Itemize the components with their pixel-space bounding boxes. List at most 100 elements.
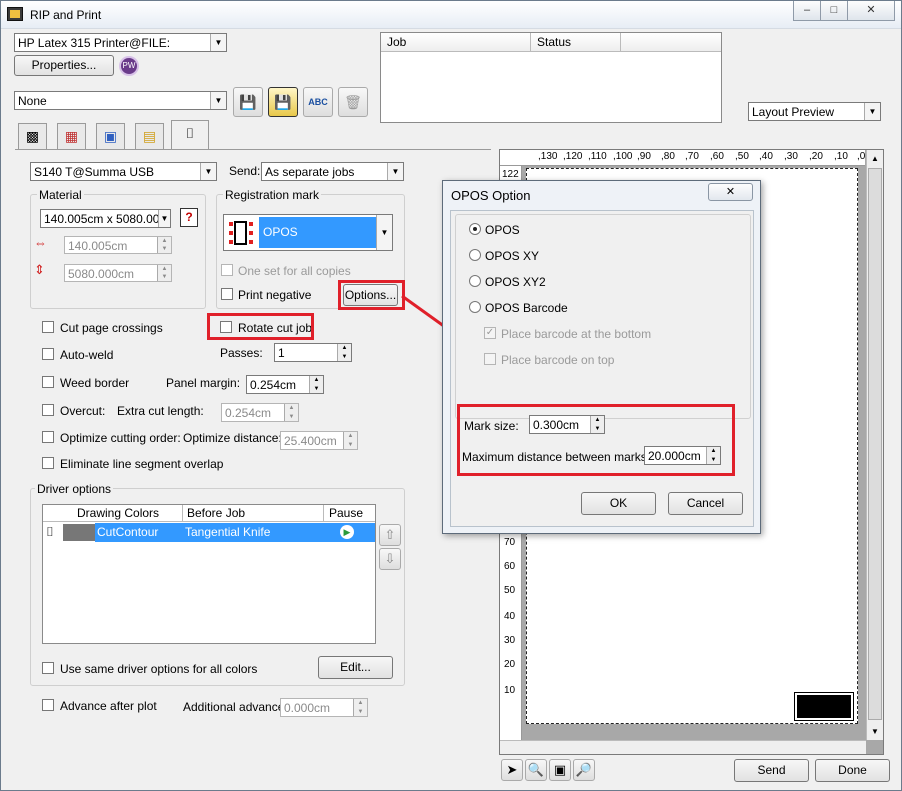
barcode-bottom-checkbox[interactable]: ✓ xyxy=(484,327,496,339)
delete-preset-icon[interactable]: 🗑 xyxy=(338,87,368,117)
passes-label: Passes: xyxy=(220,346,263,360)
optimize-order-checkbox[interactable] xyxy=(42,431,54,443)
move-up-icon[interactable]: ⇧ xyxy=(379,524,401,546)
status-column-header[interactable]: Status xyxy=(531,33,621,52)
ruler-top-label: ,10 xyxy=(834,151,848,162)
passes-spinner[interactable]: ▲ ▼ xyxy=(337,344,351,361)
tab-general[interactable]: ▩ xyxy=(18,123,47,149)
ok-button[interactable]: OK xyxy=(581,492,656,515)
registration-value: OPOS xyxy=(263,225,298,239)
registration-select[interactable]: OPOS ▼ xyxy=(223,214,393,251)
ruler-top-label: ,100 xyxy=(613,151,633,162)
pause-header[interactable]: Pause xyxy=(324,505,375,522)
eliminate-overlap-checkbox[interactable] xyxy=(42,457,54,469)
driver-row[interactable]: ⌷ CutContour Tangential Knife ▶ xyxy=(43,523,375,542)
drawing-colors-header[interactable]: Drawing Colors xyxy=(43,505,183,522)
additional-advance-field[interactable]: 0.000cm ▲ ▼ xyxy=(280,698,368,717)
width-icon: ⇔ xyxy=(34,235,47,250)
material-width-field[interactable]: 140.005cm ▲ ▼ xyxy=(64,236,172,254)
save-as-preset-icon[interactable]: 💾 xyxy=(268,87,298,117)
opos-xy2-radio[interactable] xyxy=(469,275,481,287)
height-icon: ⇕ xyxy=(34,262,45,277)
driver-row-color: CutContour xyxy=(97,525,159,539)
tab-color[interactable]: ▣ xyxy=(96,123,125,149)
eliminate-overlap-label: Eliminate line segment overlap xyxy=(60,457,224,471)
material-height-field[interactable]: 5080.000cm ▲ ▼ xyxy=(64,264,172,282)
material-help-icon[interactable]: ? xyxy=(180,208,198,227)
driver-row-before-job: Tangential Knife xyxy=(185,525,271,539)
send-mode-select[interactable]: As separate jobs ▼ xyxy=(261,162,404,181)
overcut-checkbox[interactable] xyxy=(42,404,54,416)
passes-field[interactable]: 1 ▲ ▼ xyxy=(274,343,352,362)
additional-advance-value: 0.000cm xyxy=(284,701,331,715)
edit-button[interactable]: Edit... xyxy=(318,656,393,679)
weed-border-checkbox[interactable] xyxy=(42,376,54,388)
barcode-top-checkbox[interactable] xyxy=(484,353,496,365)
scroll-thumb[interactable] xyxy=(868,168,882,720)
scroll-down-icon[interactable]: ▼ xyxy=(867,723,883,740)
job-list[interactable]: Job Status xyxy=(380,32,722,123)
dialog-content: OPOS OPOS XY OPOS XY2 OPOS Barcode ✓ Pla… xyxy=(450,210,754,527)
cut-page-crossings-checkbox[interactable] xyxy=(42,321,54,333)
advance-after-plot-label: Advance after plot xyxy=(60,699,157,713)
width-spinner[interactable]: ▲ ▼ xyxy=(157,237,171,253)
preset-select[interactable]: None ▼ xyxy=(14,91,227,110)
opos-xy-radio[interactable] xyxy=(469,249,481,261)
minimize-button[interactable]: – xyxy=(793,1,821,21)
move-down-icon[interactable]: ⇩ xyxy=(379,548,401,570)
maximize-button[interactable]: □ xyxy=(820,1,848,21)
extra-cut-spinner[interactable]: ▲ ▼ xyxy=(284,404,298,421)
advance-after-plot-checkbox[interactable] xyxy=(42,699,54,711)
opos-barcode-radio[interactable] xyxy=(469,301,481,313)
close-button[interactable]: ✕ xyxy=(847,1,895,21)
extra-cut-length-field[interactable]: 0.254cm ▲ ▼ xyxy=(221,403,299,422)
ruler-top-label: ,90 xyxy=(637,151,651,162)
save-preset-icon[interactable]: 💾 xyxy=(233,87,263,117)
send-button[interactable]: Send xyxy=(734,759,809,782)
dialog-close-button[interactable]: ✕ xyxy=(708,183,753,201)
properties-button[interactable]: Properties... xyxy=(14,55,114,76)
height-spinner[interactable]: ▲ ▼ xyxy=(157,265,171,281)
opos-radio[interactable] xyxy=(469,223,481,235)
printer-select[interactable]: HP Latex 315 Printer@FILE: ▼ xyxy=(14,33,227,52)
panel-margin-field[interactable]: 0.254cm ▲ ▼ xyxy=(246,375,324,394)
cancel-button[interactable]: Cancel xyxy=(668,492,743,515)
media-black-block xyxy=(794,692,854,721)
auto-weld-checkbox[interactable] xyxy=(42,348,54,360)
material-size-select[interactable]: 140.005cm x 5080.000c ▼ xyxy=(40,209,171,228)
horizontal-scrollbar[interactable] xyxy=(500,740,866,754)
tab-layout[interactable]: ▦ xyxy=(57,123,86,149)
scroll-up-icon[interactable]: ▲ xyxy=(867,150,883,167)
print-negative-checkbox[interactable] xyxy=(221,288,233,300)
cutter-select-value: S140 T@Summa USB xyxy=(34,165,155,179)
cutter-select[interactable]: S140 T@Summa USB ▼ xyxy=(30,162,217,181)
panel-margin-spinner[interactable]: ▲ ▼ xyxy=(309,376,323,393)
pause-play-icon[interactable]: ▶ xyxy=(340,525,354,539)
select-tool-icon[interactable]: ➤ xyxy=(501,759,523,781)
before-job-header[interactable]: Before Job xyxy=(183,505,324,522)
driver-list[interactable]: Drawing Colors Before Job Pause ⌷ CutCon… xyxy=(42,504,376,644)
tab-cut[interactable]: ⌷ xyxy=(171,120,209,150)
color-swatch xyxy=(63,524,95,541)
driver-row-selection: CutContour Tangential Knife ▶ xyxy=(95,523,375,542)
vertical-scrollbar[interactable]: ▲ ▼ xyxy=(866,150,883,740)
ruler-top-label: ,0 xyxy=(857,151,866,162)
optimize-distance-field[interactable]: 25.400cm ▲ ▼ xyxy=(280,431,358,450)
view-mode-select[interactable]: Layout Preview ▼ xyxy=(748,102,881,121)
same-driver-checkbox[interactable] xyxy=(42,662,54,674)
dropdown-arrow-icon: ▼ xyxy=(210,34,226,51)
dialog-title: OPOS Option xyxy=(451,188,531,203)
zoom-tool-icon[interactable]: 🔍 xyxy=(525,759,547,781)
opos-xy-radio-label: OPOS XY xyxy=(485,249,540,263)
done-button[interactable]: Done xyxy=(815,759,890,782)
rename-preset-icon[interactable]: ABC xyxy=(303,87,333,117)
fit-page-icon[interactable]: ▣ xyxy=(549,759,571,781)
tab-marks[interactable]: ▤ xyxy=(135,123,164,149)
panel-margin-label: Panel margin: xyxy=(166,376,241,390)
pw-icon[interactable]: PW xyxy=(119,56,139,76)
additional-advance-spinner[interactable]: ▲ ▼ xyxy=(353,699,367,716)
optimize-distance-spinner[interactable]: ▲ ▼ xyxy=(343,432,357,449)
job-column-header[interactable]: Job xyxy=(381,33,531,52)
zoom-fit-icon[interactable]: 🔎 xyxy=(573,759,595,781)
one-set-checkbox[interactable] xyxy=(221,264,233,276)
